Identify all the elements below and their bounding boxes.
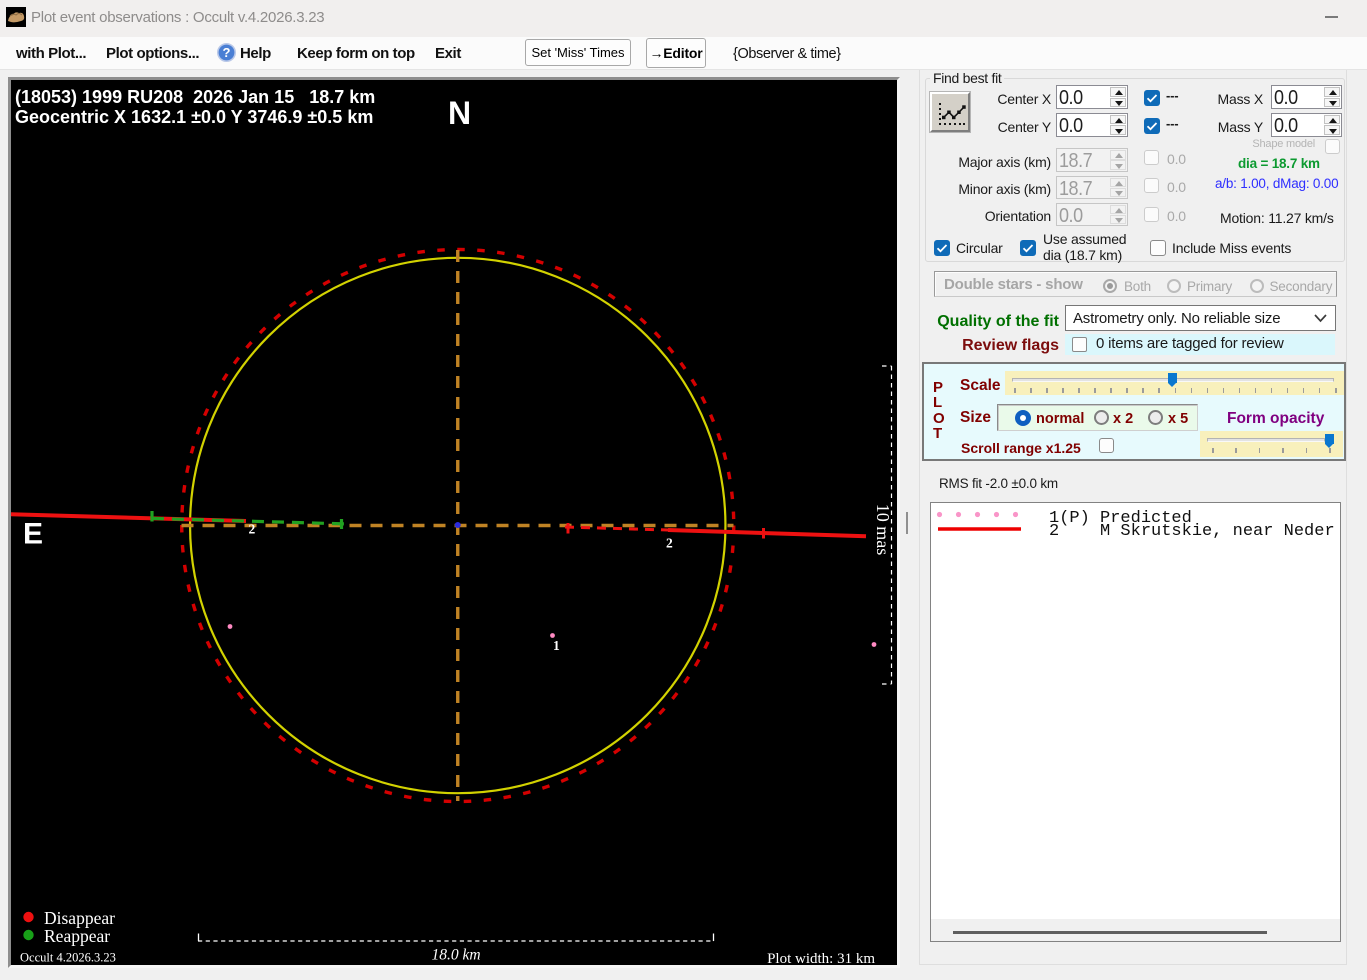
svg-text:2: 2 (249, 522, 256, 537)
svg-text:2 M Skrutskie, near Neder: 2 M Skrutskie, near Neder (1049, 522, 1335, 541)
svg-text:10 mas: 10 mas (873, 504, 893, 556)
svg-text:Disappear: Disappear (44, 908, 115, 928)
svg-text:Occult 4.2026.3.23: Occult 4.2026.3.23 (20, 951, 116, 965)
svg-text:1: 1 (553, 638, 560, 653)
svg-text:?: ? (223, 45, 231, 60)
svg-text:Plot width: 31 km: Plot width: 31 km (767, 951, 875, 965)
svg-text:(18053) 1999 RU208 2026 Jan 1: (18053) 1999 RU208 2026 Jan 15 18.7 km (15, 87, 375, 107)
svg-text:2: 2 (666, 536, 673, 551)
svg-text:N: N (448, 95, 471, 131)
svg-text:Reappear: Reappear (44, 926, 110, 946)
svg-text:Geocentric X 1632.1 ±0.0 Y 374: Geocentric X 1632.1 ±0.0 Y 3746.9 ±0.5 k… (15, 107, 373, 127)
svg-text:E: E (23, 518, 43, 551)
svg-text:18.0 km: 18.0 km (431, 947, 480, 964)
